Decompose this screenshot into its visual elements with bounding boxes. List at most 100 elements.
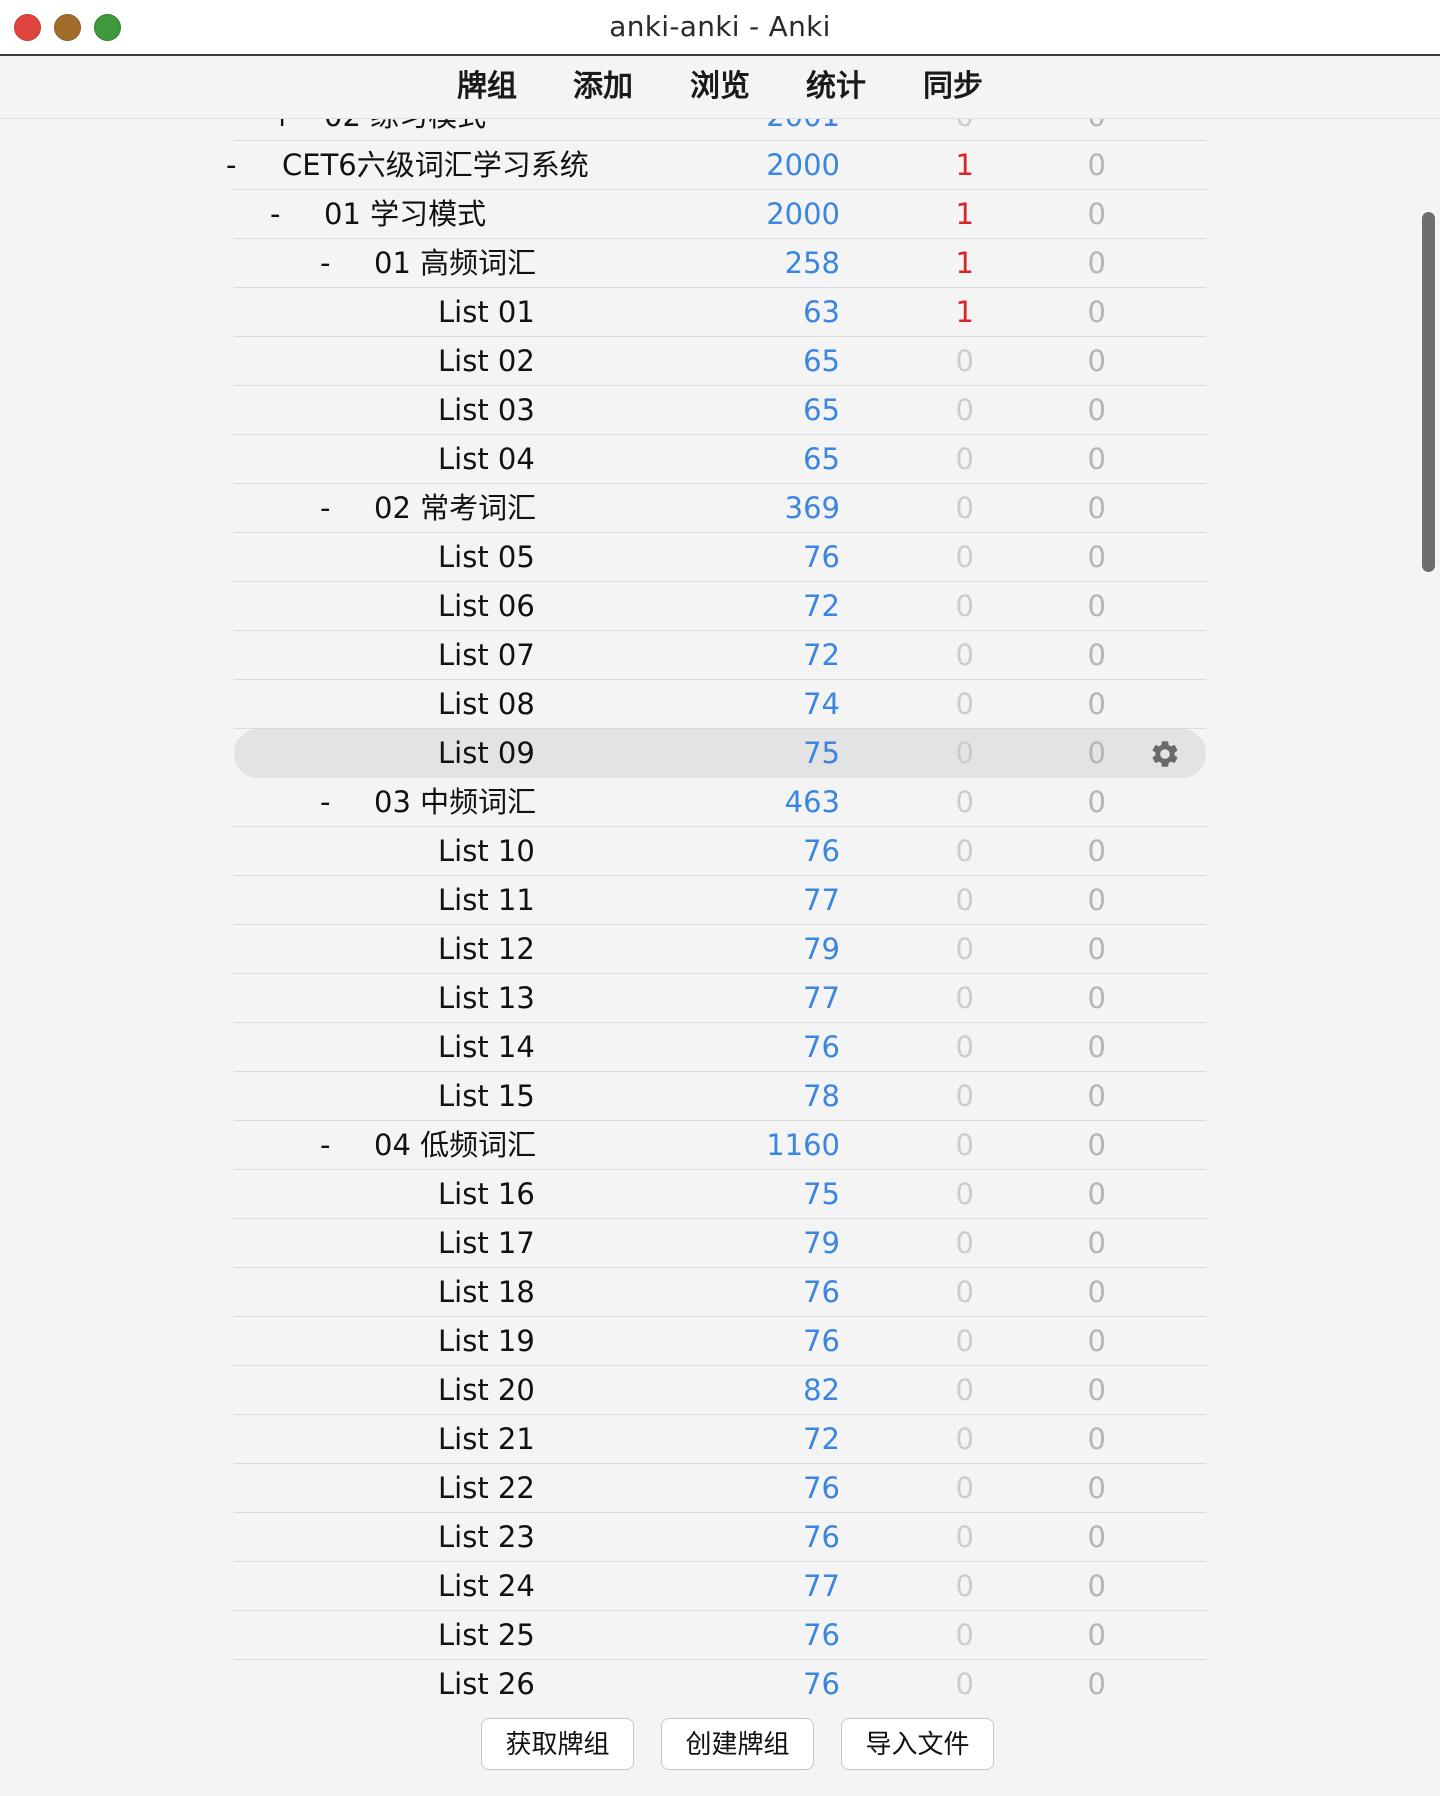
deck-name-link[interactable]: List 24 bbox=[438, 1562, 535, 1611]
deck-name-link[interactable]: List 17 bbox=[438, 1219, 535, 1268]
deck-name-link[interactable]: List 10 bbox=[438, 827, 535, 876]
deck-name-link[interactable]: List 08 bbox=[438, 680, 535, 729]
deck-row[interactable]: -04 低频词汇 1160 0 0 bbox=[234, 1121, 1206, 1170]
import-file-button[interactable]: 导入文件 bbox=[841, 1718, 994, 1770]
deck-row[interactable]: List 22 76 0 0 bbox=[234, 1464, 1206, 1513]
deck-name-link[interactable]: 01 高频词汇 bbox=[374, 239, 536, 288]
deck-name-link[interactable]: List 26 bbox=[438, 1660, 535, 1708]
deck-name-link[interactable]: 03 中频词汇 bbox=[374, 778, 536, 827]
deck-name-link[interactable]: List 02 bbox=[438, 337, 535, 386]
gear-icon[interactable] bbox=[1149, 738, 1181, 770]
new-count: 72 bbox=[803, 638, 840, 672]
deck-name-link[interactable]: List 18 bbox=[438, 1268, 535, 1317]
deck-row[interactable]: List 10 76 0 0 bbox=[234, 827, 1206, 876]
deck-row[interactable]: List 25 76 0 0 bbox=[234, 1611, 1206, 1660]
deck-collapse-toggle[interactable]: + bbox=[270, 119, 294, 141]
deck-name-link[interactable]: List 16 bbox=[438, 1170, 535, 1219]
deck-collapse-toggle[interactable]: - bbox=[320, 1121, 330, 1170]
deck-collapse-toggle[interactable]: - bbox=[320, 778, 330, 827]
deck-row[interactable]: List 11 77 0 0 bbox=[234, 876, 1206, 925]
deck-name-link[interactable]: List 09 bbox=[438, 729, 535, 778]
deck-collapse-toggle[interactable]: - bbox=[320, 239, 330, 288]
deck-name-link[interactable]: List 22 bbox=[438, 1464, 535, 1513]
deck-row[interactable]: List 19 76 0 0 bbox=[234, 1317, 1206, 1366]
new-count: 63 bbox=[803, 295, 840, 329]
deck-row[interactable]: List 07 72 0 0 bbox=[234, 631, 1206, 680]
deck-collapse-toggle[interactable]: - bbox=[226, 141, 236, 190]
deck-name-link[interactable]: List 06 bbox=[438, 582, 535, 631]
deck-name-link[interactable]: List 14 bbox=[438, 1023, 535, 1072]
deck-row[interactable]: List 06 72 0 0 bbox=[234, 582, 1206, 631]
toolbar-decks-button[interactable]: 牌组 bbox=[457, 56, 517, 118]
deck-row[interactable]: List 03 65 0 0 bbox=[234, 386, 1206, 435]
deck-row[interactable]: List 13 77 0 0 bbox=[234, 974, 1206, 1023]
deck-row[interactable]: List 24 77 0 0 bbox=[234, 1562, 1206, 1611]
deck-name-link[interactable]: List 04 bbox=[438, 435, 535, 484]
deck-name-link[interactable]: 02 练习模式 bbox=[324, 119, 486, 141]
deck-row[interactable]: List 16 75 0 0 bbox=[234, 1170, 1206, 1219]
deck-row[interactable]: List 17 79 0 0 bbox=[234, 1219, 1206, 1268]
due-count: 0 bbox=[1087, 1667, 1106, 1701]
new-count: 2000 bbox=[766, 148, 840, 182]
deck-name-link[interactable]: List 23 bbox=[438, 1513, 535, 1562]
deck-name-link[interactable]: List 13 bbox=[438, 974, 535, 1023]
deck-row[interactable]: -03 中频词汇 463 0 0 bbox=[234, 778, 1206, 827]
deck-name-link[interactable]: List 01 bbox=[438, 288, 535, 337]
deck-row[interactable]: List 08 74 0 0 bbox=[234, 680, 1206, 729]
create-deck-button[interactable]: 创建牌组 bbox=[661, 1718, 814, 1770]
deck-row[interactable]: List 15 78 0 0 bbox=[234, 1072, 1206, 1121]
deck-name-link[interactable]: List 05 bbox=[438, 533, 535, 582]
deck-row[interactable]: List 26 76 0 0 bbox=[234, 1660, 1206, 1708]
deck-row[interactable]: - CET6六级词汇学习系统 2000 1 0 bbox=[226, 141, 1206, 190]
deck-row[interactable]: List 20 82 0 0 bbox=[234, 1366, 1206, 1415]
deck-row[interactable]: -01 学习模式 2000 1 0 bbox=[234, 190, 1206, 239]
deck-name-link[interactable]: List 11 bbox=[438, 876, 535, 925]
deck-name-link[interactable]: List 19 bbox=[438, 1317, 535, 1366]
deck-name-link[interactable]: List 15 bbox=[438, 1072, 535, 1121]
due-count: 0 bbox=[1087, 1177, 1106, 1211]
deck-row[interactable]: List 05 76 0 0 bbox=[234, 533, 1206, 582]
deck-row[interactable]: -01 高频词汇 258 1 0 bbox=[234, 239, 1206, 288]
deck-collapse-toggle[interactable]: - bbox=[320, 484, 330, 533]
deck-row[interactable]: List 02 65 0 0 bbox=[234, 337, 1206, 386]
deck-collapse-toggle[interactable]: - bbox=[270, 190, 280, 239]
window-title: anki-anki - Anki bbox=[609, 10, 831, 43]
deck-name-link[interactable]: 02 常考词汇 bbox=[374, 484, 536, 533]
deck-list: +02 练习模式200100-CET6六级词汇学习系统200010-01 学习模… bbox=[0, 119, 1440, 1708]
deck-row[interactable]: List 12 79 0 0 bbox=[234, 925, 1206, 974]
deck-name-link[interactable]: 01 学习模式 bbox=[324, 190, 486, 239]
deck-name-link[interactable]: List 20 bbox=[438, 1366, 535, 1415]
deck-name-link[interactable]: CET6六级词汇学习系统 bbox=[282, 141, 589, 190]
due-count: 0 bbox=[1087, 1471, 1106, 1505]
deck-name-link[interactable]: List 12 bbox=[438, 925, 535, 974]
learn-count: 0 bbox=[955, 1618, 974, 1652]
deck-name-link[interactable]: List 03 bbox=[438, 386, 535, 435]
toolbar-stats-button[interactable]: 统计 bbox=[806, 56, 866, 118]
deck-name-link[interactable]: List 07 bbox=[438, 631, 535, 680]
get-shared-decks-button[interactable]: 获取牌组 bbox=[481, 1718, 634, 1770]
toolbar-browse-button[interactable]: 浏览 bbox=[690, 56, 750, 118]
due-count: 0 bbox=[1087, 932, 1106, 966]
new-count: 75 bbox=[803, 1177, 840, 1211]
deck-name-link[interactable]: 04 低频词汇 bbox=[374, 1121, 536, 1170]
deck-name-link[interactable]: List 25 bbox=[438, 1611, 535, 1660]
deck-row[interactable]: -02 常考词汇 369 0 0 bbox=[234, 484, 1206, 533]
toolbar-sync-button[interactable]: 同步 bbox=[923, 56, 983, 118]
new-count: 65 bbox=[803, 344, 840, 378]
learn-count: 0 bbox=[955, 1569, 974, 1603]
deck-row[interactable]: List 21 72 0 0 bbox=[234, 1415, 1206, 1464]
deck-row[interactable]: List 23 76 0 0 bbox=[234, 1513, 1206, 1562]
toolbar-add-button[interactable]: 添加 bbox=[573, 56, 633, 118]
learn-count: 0 bbox=[955, 932, 974, 966]
learn-count: 0 bbox=[955, 1128, 974, 1162]
new-count: 76 bbox=[803, 1520, 840, 1554]
deck-row[interactable]: +02 练习模式 2001 0 0 bbox=[234, 119, 1206, 141]
deck-row[interactable]: List 18 76 0 0 bbox=[234, 1268, 1206, 1317]
deck-row[interactable]: List 09 75 0 0 bbox=[234, 729, 1206, 778]
deck-row[interactable]: List 14 76 0 0 bbox=[234, 1023, 1206, 1072]
deck-name-link[interactable]: List 21 bbox=[438, 1415, 535, 1464]
deck-row[interactable]: List 04 65 0 0 bbox=[234, 435, 1206, 484]
vertical-scrollbar[interactable] bbox=[1422, 212, 1435, 572]
learn-count: 1 bbox=[955, 148, 974, 182]
deck-row[interactable]: List 01 63 1 0 bbox=[234, 288, 1206, 337]
